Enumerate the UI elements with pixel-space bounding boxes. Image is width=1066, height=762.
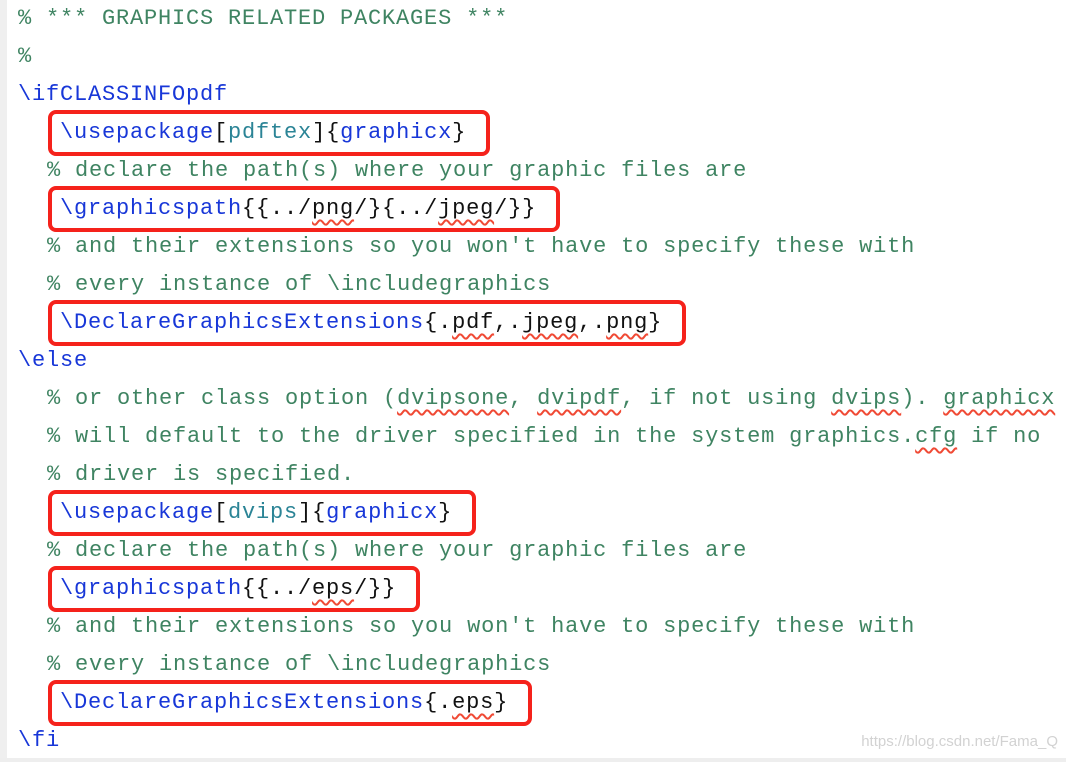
code-line[interactable]: % *** GRAPHICS RELATED PACKAGES *** (18, 0, 1055, 38)
code-line[interactable]: % will default to the driver specified i… (18, 418, 1055, 456)
latex-command: \fi (18, 728, 61, 753)
comment-text: % declare the path(s) where your graphic… (47, 538, 748, 563)
watermark: https://blog.csdn.net/Fama_Q (861, 733, 1058, 750)
comment-text: ). (901, 386, 944, 411)
code-text: [ (214, 120, 229, 145)
code-line[interactable]: % every instance of \includegraphics (18, 646, 1055, 684)
latex-command: \graphicspath (60, 196, 243, 221)
comment-text: dvipsone (397, 386, 510, 411)
highlighted-code-line[interactable]: \DeclareGraphicsExtensions{.pdf,.jpeg,.p… (18, 300, 1055, 346)
latex-command: graphicx (326, 500, 439, 525)
code-line[interactable]: % declare the path(s) where your graphic… (18, 532, 1055, 570)
comment-text: % declare the path(s) where your graphic… (47, 158, 748, 183)
code-line[interactable]: \else (18, 342, 1055, 380)
highlighted-code-line[interactable]: \graphicspath{{../png/}{../jpeg/}} (18, 186, 1055, 232)
code-text: jpeg (522, 310, 579, 335)
code-text: /}} (354, 576, 397, 601)
code-text: {. (424, 310, 453, 335)
latex-command: \else (18, 348, 89, 373)
comment-text: % *** GRAPHICS RELATED PACKAGES *** (18, 6, 509, 31)
code-text: [ (214, 500, 229, 525)
code-editor[interactable]: % *** GRAPHICS RELATED PACKAGES ***% \ifC… (18, 0, 1055, 760)
code-text: /}} (494, 196, 537, 221)
code-text: ,. (578, 310, 607, 335)
code-text: eps (312, 576, 355, 601)
comment-text: cfg (915, 424, 958, 449)
code-text: } (648, 310, 663, 335)
latex-command: \DeclareGraphicsExtensions (60, 690, 425, 715)
code-text: ,. (494, 310, 523, 335)
code-line[interactable]: % driver is specified. (18, 456, 1055, 494)
code-text: } (494, 690, 509, 715)
latex-command: \ifCLASSINFOpdf (18, 82, 229, 107)
red-highlight-box: \usepackage[dvips]{graphicx} (48, 490, 477, 536)
comment-text: graphicx (943, 386, 1056, 411)
red-highlight-box: \DeclareGraphicsExtensions{.eps} (48, 680, 533, 726)
latex-command: \usepackage (60, 500, 215, 525)
code-text: png (606, 310, 649, 335)
comment-text: % every instance of \includegraphics (47, 652, 552, 677)
code-text: ]{ (298, 500, 327, 525)
comment-text: % will default to the driver specified i… (47, 424, 916, 449)
code-line[interactable]: % or other class option (dvipsone, dvipd… (18, 380, 1055, 418)
code-text: } (438, 500, 453, 525)
red-highlight-box: \DeclareGraphicsExtensions{.pdf,.jpeg,.p… (48, 300, 687, 346)
comment-text: % and their extensions so you won't have… (47, 234, 916, 259)
comment-text: % every instance of \includegraphics (47, 272, 552, 297)
comment-text: dvips (831, 386, 902, 411)
option-text: pdftex (228, 120, 313, 145)
comment-text: dvipdf (537, 386, 622, 411)
comment-text: if no (957, 424, 1042, 449)
horizontal-scrollbar[interactable] (0, 758, 1066, 762)
code-text: {. (424, 690, 453, 715)
red-highlight-box: \graphicspath{{../png/}{../jpeg/}} (48, 186, 561, 232)
code-text: pdf (452, 310, 495, 335)
comment-text: % (18, 44, 33, 69)
red-highlight-box: \graphicspath{{../eps/}} (48, 566, 421, 612)
code-line[interactable]: % (18, 38, 1055, 76)
code-text: /}{../ (354, 196, 439, 221)
code-line[interactable]: % and their extensions so you won't have… (18, 228, 1055, 266)
comment-text: % driver is specified. (47, 462, 356, 487)
latex-command: \graphicspath (60, 576, 243, 601)
code-line[interactable]: % and their extensions so you won't have… (18, 608, 1055, 646)
code-text: {{../ (242, 576, 313, 601)
editor-gutter (0, 0, 7, 762)
red-highlight-box: \usepackage[pdftex]{graphicx} (48, 110, 491, 156)
code-text: eps (452, 690, 495, 715)
option-text: dvips (228, 500, 299, 525)
code-line[interactable]: \ifCLASSINFOpdf (18, 76, 1055, 114)
comment-text: % or other class option ( (47, 386, 398, 411)
highlighted-code-line[interactable]: \graphicspath{{../eps/}} (18, 566, 1055, 612)
code-text: png (312, 196, 355, 221)
highlighted-code-line[interactable]: \usepackage[pdftex]{graphicx} (18, 110, 1055, 156)
latex-command: graphicx (340, 120, 453, 145)
code-line[interactable]: % every instance of \includegraphics (18, 266, 1055, 304)
code-text: ]{ (312, 120, 341, 145)
code-text: jpeg (438, 196, 495, 221)
comment-text: , (509, 386, 538, 411)
code-text: {{../ (242, 196, 313, 221)
comment-text: , if not using (621, 386, 832, 411)
highlighted-code-line[interactable]: \DeclareGraphicsExtensions{.eps} (18, 680, 1055, 726)
code-line[interactable]: % declare the path(s) where your graphic… (18, 152, 1055, 190)
code-text: } (452, 120, 467, 145)
comment-text: % and their extensions so you won't have… (47, 614, 916, 639)
latex-command: \DeclareGraphicsExtensions (60, 310, 425, 335)
latex-command: \usepackage (60, 120, 215, 145)
highlighted-code-line[interactable]: \usepackage[dvips]{graphicx} (18, 490, 1055, 536)
